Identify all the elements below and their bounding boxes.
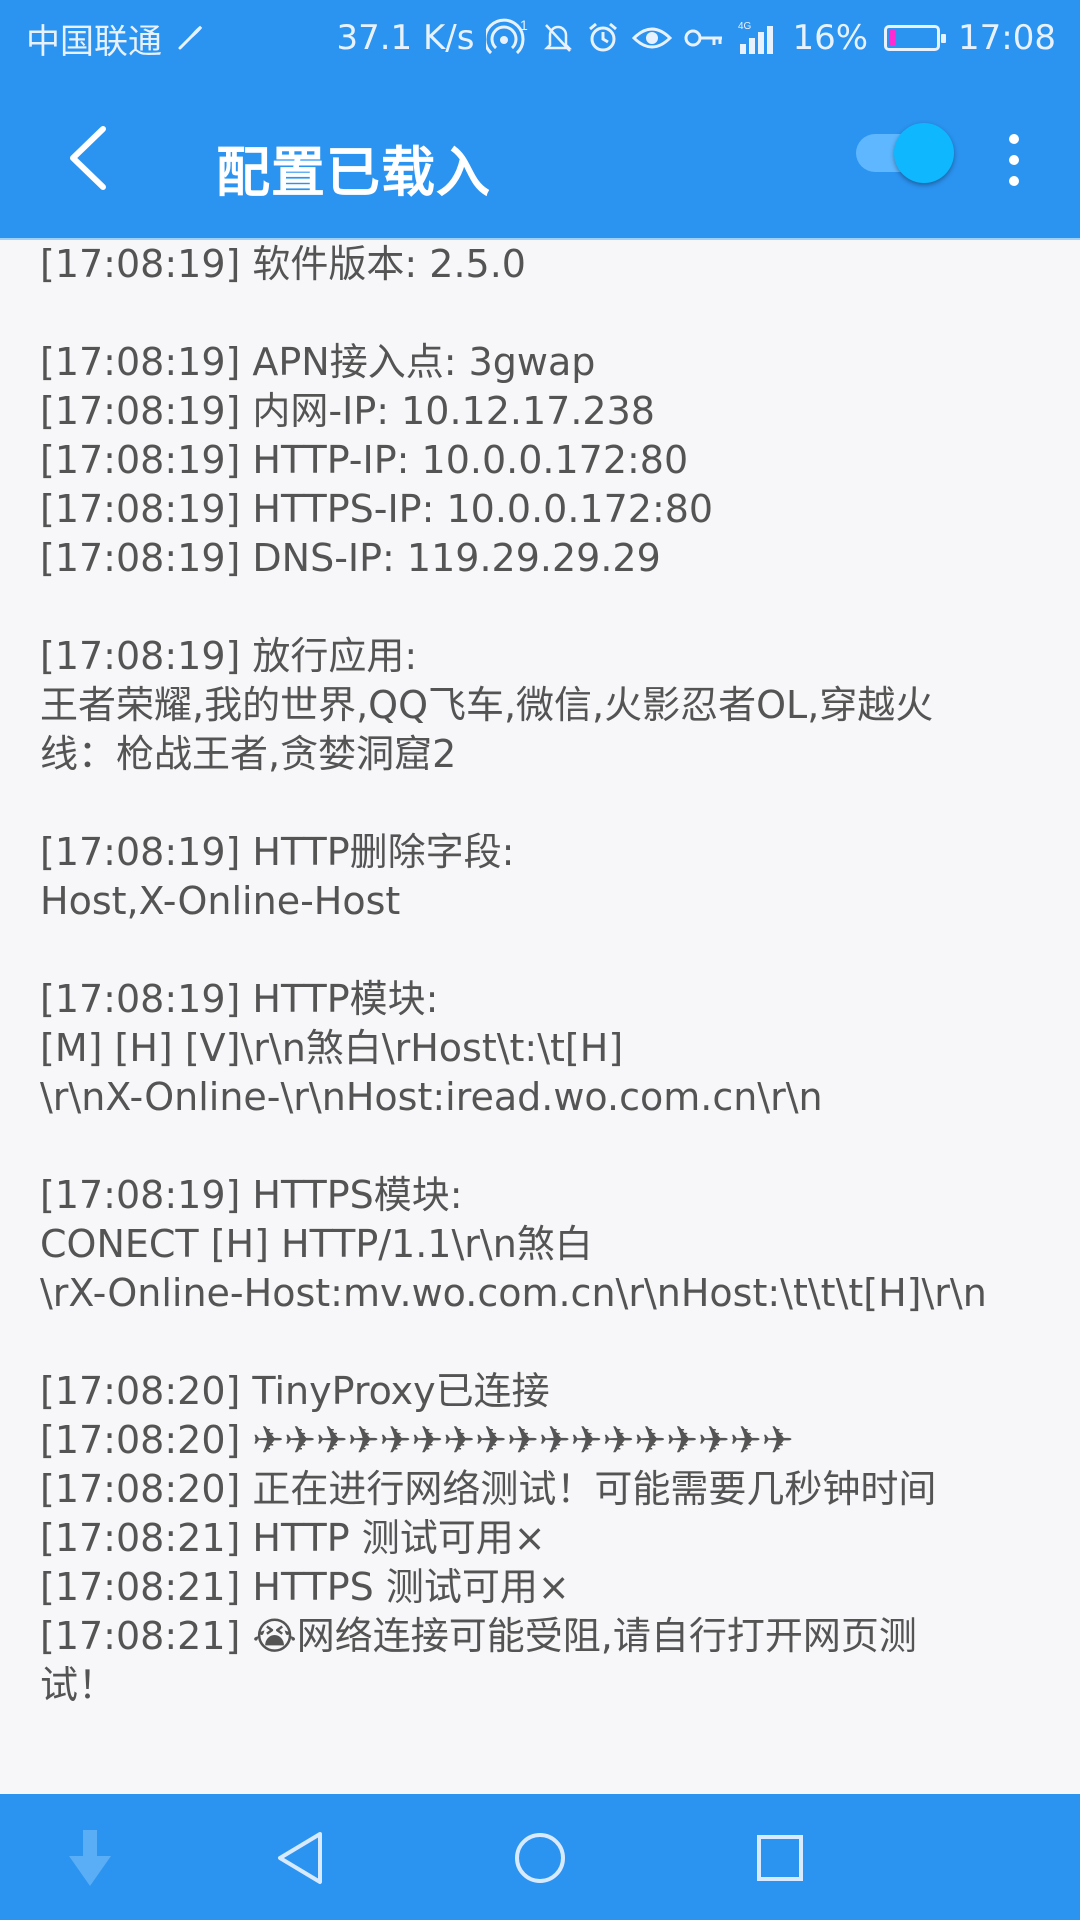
back-button[interactable]	[52, 118, 122, 198]
nav-back-button[interactable]	[260, 1820, 340, 1896]
menu-dot	[1009, 155, 1019, 165]
log-line: [17:08:19] 放行应用:	[40, 634, 418, 678]
scroll-down-button[interactable]	[50, 1820, 130, 1896]
status-left: 中国联通	[26, 14, 204, 63]
log-line: [17:08:20] TinyProxy已连接	[40, 1369, 550, 1413]
log-line: [17:08:20] ✈✈✈✈✈✈✈✈✈✈✈✈✈✈✈✈✈	[40, 1418, 794, 1462]
log-text: [17:08:19] 软件版本: 2.5.0 [17:08:19] APN接入点:…	[40, 240, 1050, 1710]
log-line: [17:08:19] 软件版本: 2.5.0	[40, 242, 526, 286]
log-blank-line	[40, 926, 1050, 975]
rocket-icon	[176, 24, 204, 52]
log-line: [M] [H] [V]\r\n煞白\rHost\t:\t[H]	[40, 1026, 624, 1070]
battery-fill	[889, 30, 897, 46]
status-right: 37.1 K/s 1 4G 16% 17:08	[336, 18, 1056, 58]
log-line: \rX-Online-Host:mv.wo.com.cn\r\nHost:\t\…	[40, 1271, 987, 1315]
more-vertical-icon[interactable]	[996, 128, 1032, 192]
log-line: 试！	[40, 1663, 117, 1707]
signal-icon: 4G	[736, 20, 780, 56]
nav-home-icon	[515, 1833, 565, 1883]
log-line: [17:08:19] HTTP删除字段:	[40, 830, 515, 874]
toggle-knob	[894, 123, 954, 183]
battery-percent: 16%	[792, 18, 869, 58]
log-line: 线：枪战王者,贪婪洞窟2	[40, 732, 457, 776]
svg-text:4G: 4G	[738, 21, 752, 32]
toolbar: 配置已载入	[0, 76, 1080, 240]
nav-recent-button[interactable]	[740, 1820, 820, 1896]
log-blank-line	[40, 289, 1050, 338]
carrier-name: 中国联通	[26, 21, 162, 62]
log-line: [17:08:19] APN接入点: 3gwap	[40, 340, 596, 384]
page-title: 配置已载入	[216, 141, 491, 204]
proxy-toggle-switch[interactable]	[848, 120, 960, 186]
log-blank-line	[40, 779, 1050, 828]
log-line: [17:08:21] HTTP 测试可用×	[40, 1516, 546, 1560]
battery-icon	[884, 25, 947, 51]
menu-dot	[1009, 134, 1019, 144]
nav-back-icon	[278, 1832, 322, 1884]
nav-recent-icon	[757, 1835, 803, 1881]
log-line: 王者荣耀,我的世界,QQ飞车,微信,火影忍者OL,穿越火	[40, 683, 934, 727]
network-speed: 37.1 K/s	[336, 18, 475, 58]
mute-bell-icon	[542, 21, 574, 55]
alarm-icon	[586, 21, 620, 55]
log-line: [17:08:21] HTTPS 测试可用×	[40, 1565, 570, 1609]
log-line: [17:08:21] 😭网络连接可能受阻,请自行打开网页测	[40, 1614, 917, 1658]
log-line: [17:08:19] HTTP-IP: 10.0.0.172:80	[40, 438, 689, 482]
status-time: 17:08	[958, 18, 1056, 58]
log-line: Host,X-Online-Host	[40, 879, 401, 923]
menu-dot	[1009, 176, 1019, 186]
app-screen: 中国联通 37.1 K/s 1 4G 16% 17:08 配置已载入 [17:0…	[0, 0, 1080, 1920]
log-line: [17:08:19] HTTPS模块:	[40, 1173, 463, 1217]
status-bar: 中国联通 37.1 K/s 1 4G 16% 17:08	[0, 0, 1080, 76]
navigation-bar	[0, 1794, 1080, 1920]
log-line: [17:08:19] HTTPS-IP: 10.0.0.172:80	[40, 487, 714, 531]
log-line: \r\nX-Online-\r\nHost:iread.wo.com.cn\r\…	[40, 1075, 823, 1119]
app-header: 中国联通 37.1 K/s 1 4G 16% 17:08 配置已载入	[0, 0, 1080, 240]
scroll-down-icon	[69, 1830, 111, 1886]
log-blank-line	[40, 1122, 1050, 1171]
log-view[interactable]: [17:08:19] 软件版本: 2.5.0 [17:08:19] APN接入点:…	[0, 240, 1080, 1794]
key-icon	[684, 24, 724, 52]
log-line: [17:08:20] 正在进行网络测试！可能需要几秒钟时间	[40, 1467, 937, 1511]
hotspot-icon: 1	[486, 18, 530, 58]
log-line: CONECT [H] HTTP/1.1\r\n煞白	[40, 1222, 593, 1266]
log-blank-line	[40, 1318, 1050, 1367]
log-blank-line	[40, 583, 1050, 632]
eye-icon	[632, 23, 673, 53]
log-line: [17:08:19] 内网-IP: 10.12.17.238	[40, 389, 655, 433]
log-line: [17:08:19] HTTP模块:	[40, 977, 439, 1021]
log-line: [17:08:19] DNS-IP: 119.29.29.29	[40, 536, 661, 580]
svg-text:1: 1	[520, 18, 528, 33]
nav-home-button[interactable]	[500, 1820, 580, 1896]
back-arrow-icon	[70, 126, 106, 190]
